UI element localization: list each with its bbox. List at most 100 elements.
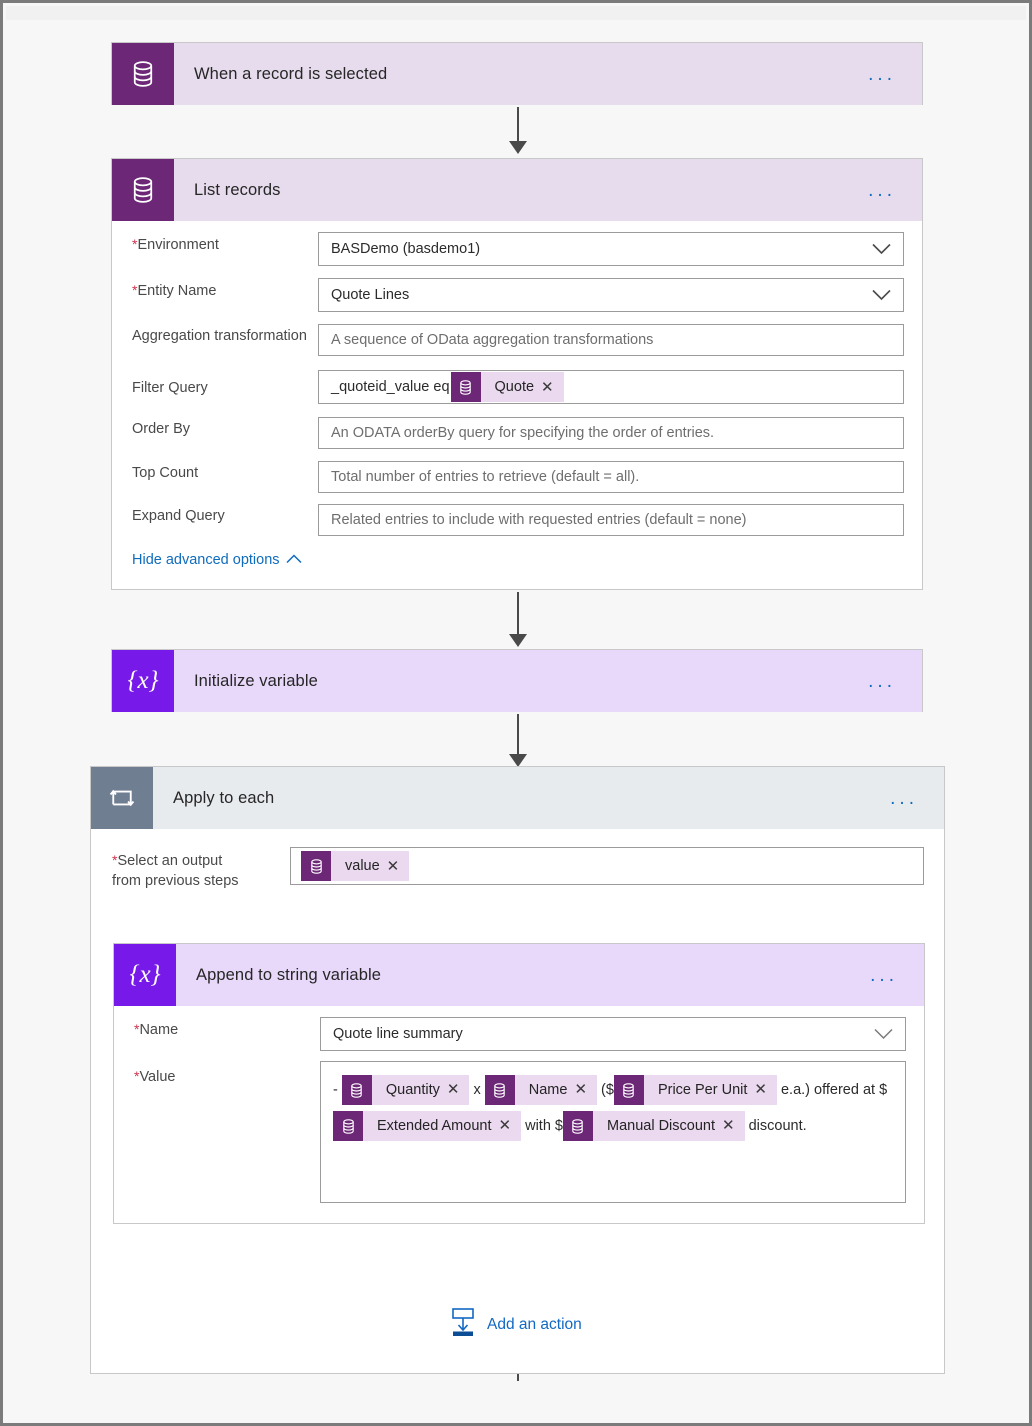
- token-chip-name[interactable]: Name ✕: [484, 1072, 598, 1108]
- variable-glyph: {x}: [129, 961, 161, 988]
- page-frame: When a record is selected ... List recor…: [0, 0, 1032, 1426]
- form-row-entity-name: *Entity Name Quote Lines: [132, 278, 904, 312]
- filter-query-input[interactable]: _quoteid_value eq Quote ✕: [318, 370, 904, 404]
- field-label-order-by: Order By: [132, 417, 318, 449]
- token-remove-icon[interactable]: ✕: [574, 1072, 597, 1108]
- token-remove-icon[interactable]: ✕: [387, 857, 410, 875]
- form-row-top-count: Top Count Total number of entries to ret…: [132, 461, 904, 493]
- variable-name-value: Quote line summary: [333, 1026, 463, 1042]
- chevron-up-icon: [286, 552, 302, 568]
- form-row-environment: *Environment BASDemo (basdemo1): [132, 232, 904, 266]
- step-header[interactable]: Apply to each ...: [91, 767, 944, 829]
- token-remove-icon[interactable]: ✕: [498, 1108, 521, 1144]
- loop-icon: [91, 767, 153, 829]
- dataverse-icon: [301, 851, 331, 881]
- step-header[interactable]: When a record is selected ...: [112, 43, 922, 105]
- token-chip-value[interactable]: value ✕: [301, 851, 410, 881]
- label-text: Order By: [132, 421, 191, 437]
- step-card-append-to-string-variable[interactable]: {x} Append to string variable ... *Name …: [113, 943, 925, 1224]
- placeholder-text: Total number of entries to retrieve (def…: [331, 469, 640, 485]
- token-remove-icon[interactable]: ✕: [447, 1072, 470, 1108]
- value-text-segment: e.a.): [776, 1082, 815, 1099]
- dataverse-icon: [112, 43, 174, 105]
- value-text-segment: x: [469, 1082, 485, 1099]
- step-title: List records: [194, 180, 281, 199]
- entity-name-dropdown[interactable]: Quote Lines: [318, 278, 904, 312]
- connector-arrow-3: [507, 714, 529, 769]
- hide-advanced-options-label: Hide advanced options: [132, 552, 280, 568]
- add-action-icon: [449, 1307, 477, 1342]
- flow-canvas: When a record is selected ... List recor…: [3, 3, 1029, 1423]
- field-label-environment: *Environment: [132, 232, 318, 266]
- field-label-value: *Value: [134, 1061, 320, 1203]
- step-header[interactable]: List records ...: [112, 159, 922, 221]
- connector-arrow-1: [507, 107, 529, 155]
- token-remove-icon[interactable]: ✕: [722, 1108, 745, 1144]
- form-row-filter-query: Filter Query _quoteid_value eq Quote ✕: [132, 370, 904, 404]
- token-label: Extended Amount: [377, 1118, 492, 1135]
- field-label-filter-query: Filter Query: [132, 370, 318, 404]
- hide-advanced-options-link[interactable]: Hide advanced options: [132, 552, 302, 568]
- select-output-input[interactable]: value ✕: [290, 847, 924, 885]
- label-text: Aggregation transformation: [132, 328, 307, 344]
- add-an-action-label: Add an action: [487, 1315, 582, 1333]
- variable-name-dropdown[interactable]: Quote line summary: [320, 1017, 906, 1051]
- dataverse-icon: [562, 1111, 593, 1142]
- token-remove-icon[interactable]: ✕: [754, 1072, 777, 1108]
- step-header[interactable]: {x} Initialize variable ...: [112, 650, 922, 712]
- step-menu-button[interactable]: ...: [868, 672, 922, 691]
- dataverse-icon: [450, 372, 481, 402]
- token-label: value: [345, 858, 380, 874]
- dataverse-icon: [333, 1111, 363, 1142]
- connector-stub-bottom: [517, 1374, 519, 1381]
- step-title: Initialize variable: [194, 671, 318, 690]
- environment-dropdown[interactable]: BASDemo (basdemo1): [318, 232, 904, 266]
- dataverse-icon: [484, 1075, 515, 1106]
- token-chip-price-per-unit[interactable]: Price Per Unit ✕: [613, 1072, 777, 1108]
- token-chip-quote[interactable]: Quote ✕: [450, 372, 564, 402]
- step-card-apply-to-each[interactable]: Apply to each ... *Select an output from…: [90, 766, 945, 1374]
- token-label: Quote: [494, 379, 535, 395]
- token-chip-extended-amount[interactable]: Extended Amount ✕: [333, 1108, 522, 1144]
- form-row-name: *Name Quote line summary: [134, 1017, 906, 1051]
- variable-icon: {x}: [114, 944, 176, 1006]
- chevron-down-icon[interactable]: [872, 243, 891, 255]
- step-title: Apply to each: [173, 788, 275, 807]
- placeholder-text: An ODATA orderBy query for specifying th…: [331, 425, 715, 441]
- add-an-action-button[interactable]: Add an action: [449, 1307, 582, 1342]
- step-card-when-a-record-is-selected[interactable]: When a record is selected ...: [111, 42, 923, 105]
- variable-glyph: {x}: [127, 667, 159, 694]
- placeholder-text: A sequence of OData aggregation transfor…: [331, 332, 654, 348]
- form-row-order-by: Order By An ODATA orderBy query for spec…: [132, 417, 904, 449]
- placeholder-text: Related entries to include with requeste…: [331, 512, 747, 528]
- chevron-down-icon[interactable]: [872, 289, 891, 301]
- step-menu-button[interactable]: ...: [868, 181, 922, 200]
- label-text: Top Count: [132, 465, 199, 481]
- value-text-segment: -: [333, 1082, 342, 1099]
- chevron-down-icon[interactable]: [874, 1028, 893, 1040]
- aggregation-transformation-input[interactable]: A sequence of OData aggregation transfor…: [318, 324, 904, 356]
- step-card-list-records[interactable]: List records ... *Environment BASDemo (b…: [111, 158, 923, 590]
- step-header[interactable]: {x} Append to string variable ...: [114, 944, 924, 1006]
- expand-query-input[interactable]: Related entries to include with requeste…: [318, 504, 904, 536]
- token-chip-manual-discount[interactable]: Manual Discount ✕: [562, 1108, 745, 1144]
- step-title: When a record is selected: [194, 64, 388, 83]
- environment-value: BASDemo (basdemo1): [331, 241, 481, 257]
- label-text: Entity Name: [137, 283, 217, 299]
- label-text-line2: from previous steps: [112, 873, 239, 889]
- order-by-input[interactable]: An ODATA orderBy query for specifying th…: [318, 417, 904, 449]
- top-count-input[interactable]: Total number of entries to retrieve (def…: [318, 461, 904, 493]
- form-row-value: *Value - Quantity ✕ x Name ✕ ($ Price Pe…: [134, 1061, 906, 1203]
- variable-icon: {x}: [112, 650, 174, 712]
- value-rich-input[interactable]: - Quantity ✕ x Name ✕ ($ Price Per Unit …: [320, 1061, 906, 1203]
- connector-arrow-2: [507, 592, 529, 650]
- step-menu-button[interactable]: ...: [890, 789, 944, 808]
- step-title: Append to string variable: [196, 965, 382, 984]
- value-text-segment: offered at $: [814, 1082, 888, 1099]
- token-remove-icon[interactable]: ✕: [541, 378, 564, 396]
- step-menu-button[interactable]: ...: [870, 966, 924, 985]
- step-menu-button[interactable]: ...: [868, 65, 922, 84]
- step-card-initialize-variable[interactable]: {x} Initialize variable ...: [111, 649, 923, 712]
- token-chip-quantity[interactable]: Quantity ✕: [341, 1072, 470, 1108]
- label-text-line1: Select an output: [117, 853, 223, 869]
